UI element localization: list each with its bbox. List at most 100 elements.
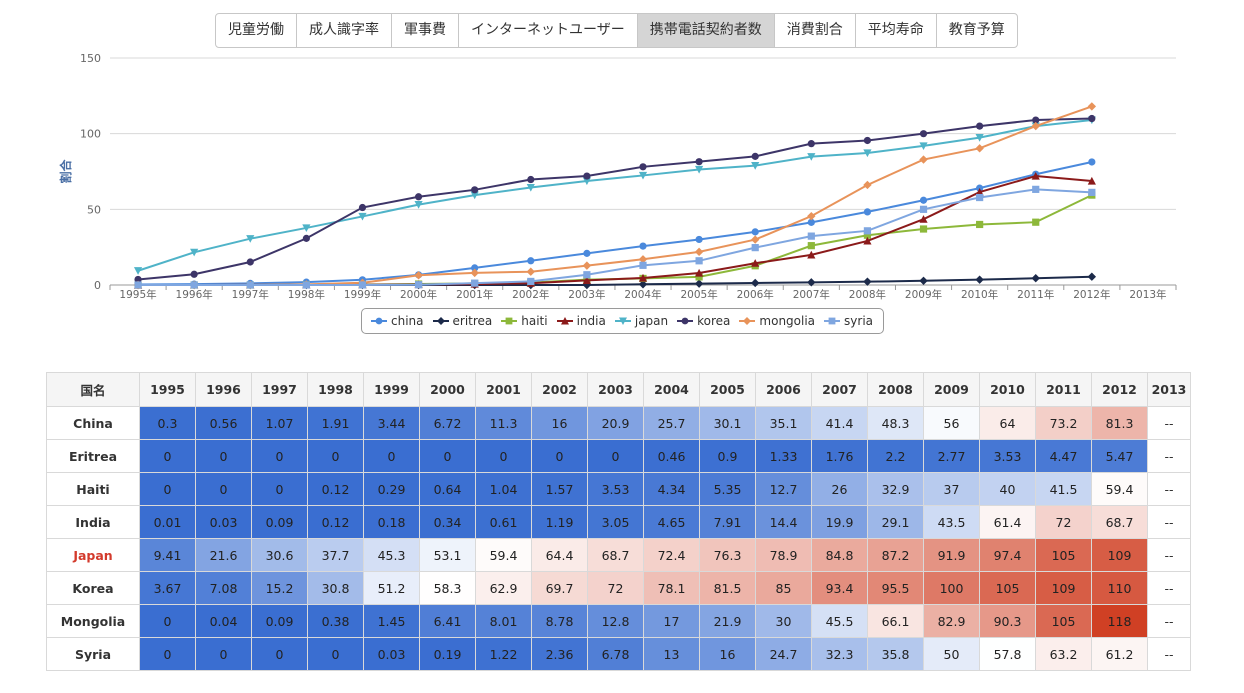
table-cell: 90.3 — [979, 604, 1036, 638]
data-point-haiti[interactable] — [807, 242, 815, 250]
legend-item-japan[interactable]: japan — [614, 314, 668, 328]
data-point-syria[interactable] — [919, 205, 928, 213]
data-point-korea[interactable] — [246, 258, 254, 266]
data-point-mongolia[interactable] — [807, 211, 816, 221]
data-point-korea[interactable] — [1088, 114, 1096, 123]
tab-2[interactable]: 軍事費 — [392, 14, 459, 47]
data-point-syria[interactable] — [976, 193, 984, 202]
data-point-mongolia[interactable] — [863, 180, 872, 190]
data-point-korea[interactable] — [527, 175, 535, 184]
data-point-eritrea[interactable] — [919, 276, 928, 286]
data-point-haiti[interactable] — [1032, 218, 1040, 226]
data-point-china[interactable] — [751, 228, 759, 236]
tab-1[interactable]: 成人識字率 — [297, 14, 392, 47]
data-point-syria[interactable] — [583, 271, 591, 279]
data-point-syria[interactable] — [358, 281, 367, 289]
data-point-syria[interactable] — [695, 257, 703, 265]
data-point-syria[interactable] — [471, 279, 479, 287]
data-point-mongolia[interactable] — [975, 144, 984, 153]
legend-label: japan — [634, 314, 669, 328]
data-point-syria[interactable] — [527, 277, 535, 286]
data-point-korea[interactable] — [919, 130, 928, 138]
data-point-syria[interactable] — [639, 261, 647, 269]
tab-4[interactable]: 携帯電話契約者数 — [637, 14, 775, 47]
data-point-syria[interactable] — [1088, 188, 1096, 196]
data-point-korea[interactable] — [695, 158, 703, 166]
tab-5[interactable]: 消費割合 — [775, 14, 856, 47]
data-point-syria[interactable] — [414, 281, 423, 289]
data-point-korea[interactable] — [358, 203, 367, 212]
data-point-eritrea[interactable] — [694, 279, 704, 288]
data-point-syria[interactable] — [751, 244, 759, 252]
data-point-syria[interactable] — [190, 281, 198, 289]
table-cell: 19.9 — [811, 505, 868, 539]
x-tick-label: 2004年 — [624, 288, 661, 301]
data-point-eritrea[interactable] — [975, 275, 984, 284]
table-cell: 66.1 — [867, 604, 924, 638]
data-point-syria[interactable] — [134, 281, 142, 289]
table-header-year: 1999 — [363, 372, 420, 407]
data-point-korea[interactable] — [639, 163, 647, 171]
tab-0[interactable]: 児童労働 — [216, 14, 297, 47]
legend-item-china[interactable]: china — [370, 314, 424, 328]
data-point-china[interactable] — [919, 196, 928, 204]
data-point-korea[interactable] — [471, 186, 479, 194]
tab-3[interactable]: インターネットユーザー — [459, 14, 638, 47]
legend-item-mongolia[interactable]: mongolia — [738, 314, 815, 328]
data-point-korea[interactable] — [190, 270, 198, 278]
legend-item-india[interactable]: india — [556, 314, 606, 328]
data-point-china[interactable] — [863, 208, 872, 216]
table-cell: 0 — [195, 472, 252, 506]
data-point-mongolia[interactable] — [582, 261, 592, 270]
legend-item-haiti[interactable]: haiti — [500, 314, 548, 328]
legend-marker-icon — [739, 317, 756, 325]
data-point-syria[interactable] — [302, 281, 310, 289]
data-point-mongolia[interactable] — [526, 267, 535, 276]
table-cell: -- — [1147, 571, 1191, 605]
data-point-eritrea[interactable] — [1087, 272, 1097, 281]
legend-item-korea[interactable]: korea — [676, 314, 730, 328]
data-point-mongolia[interactable] — [694, 247, 704, 257]
legend-item-syria[interactable]: syria — [823, 314, 873, 328]
table-cell: 0 — [531, 439, 588, 473]
data-point-korea[interactable] — [414, 193, 423, 201]
table-cell: 1.04 — [475, 472, 532, 506]
data-point-china[interactable] — [527, 257, 535, 265]
table-row: India 0.01 0.03 0.09 0.12 0.18 0.34 0.61 1.19 3.0… — [46, 505, 1191, 539]
data-point-korea[interactable] — [583, 172, 591, 180]
data-point-haiti[interactable] — [919, 225, 928, 233]
table-cell: 14.4 — [755, 505, 812, 539]
data-point-syria[interactable] — [807, 232, 815, 240]
data-point-china[interactable] — [639, 242, 647, 250]
table-header-year: 2012 — [1091, 372, 1148, 407]
data-point-eritrea[interactable] — [751, 278, 760, 288]
legend-item-eritrea[interactable]: eritrea — [432, 314, 493, 328]
data-point-mongolia[interactable] — [414, 271, 423, 280]
x-tick-label: 2002年 — [512, 288, 549, 301]
table-cell: 57.8 — [979, 637, 1036, 671]
data-point-mongolia[interactable] — [1087, 102, 1097, 111]
data-point-korea[interactable] — [976, 122, 984, 130]
data-point-china[interactable] — [695, 235, 703, 244]
tab-6[interactable]: 平均寿命 — [856, 14, 937, 47]
data-point-korea[interactable] — [807, 140, 815, 148]
data-point-eritrea[interactable] — [1031, 274, 1040, 283]
data-point-syria[interactable] — [1032, 185, 1040, 193]
data-point-mongolia[interactable] — [751, 235, 760, 244]
data-point-syria[interactable] — [863, 227, 872, 235]
data-point-japan[interactable] — [133, 267, 143, 275]
data-point-china[interactable] — [583, 249, 591, 257]
data-point-india[interactable] — [919, 215, 928, 223]
table-cell: -- — [1147, 637, 1191, 671]
data-point-mongolia[interactable] — [919, 155, 928, 164]
data-point-china[interactable] — [1088, 158, 1096, 166]
data-point-korea[interactable] — [302, 234, 310, 242]
tab-7[interactable]: 教育予算 — [937, 14, 1017, 47]
data-point-syria[interactable] — [246, 281, 254, 289]
legend-marker-icon — [432, 317, 449, 325]
data-point-korea[interactable] — [751, 152, 759, 160]
data-point-haiti[interactable] — [976, 220, 984, 229]
data-point-korea[interactable] — [863, 136, 872, 145]
legend-label: eritrea — [452, 314, 493, 328]
table-cell: 6.78 — [587, 637, 644, 671]
